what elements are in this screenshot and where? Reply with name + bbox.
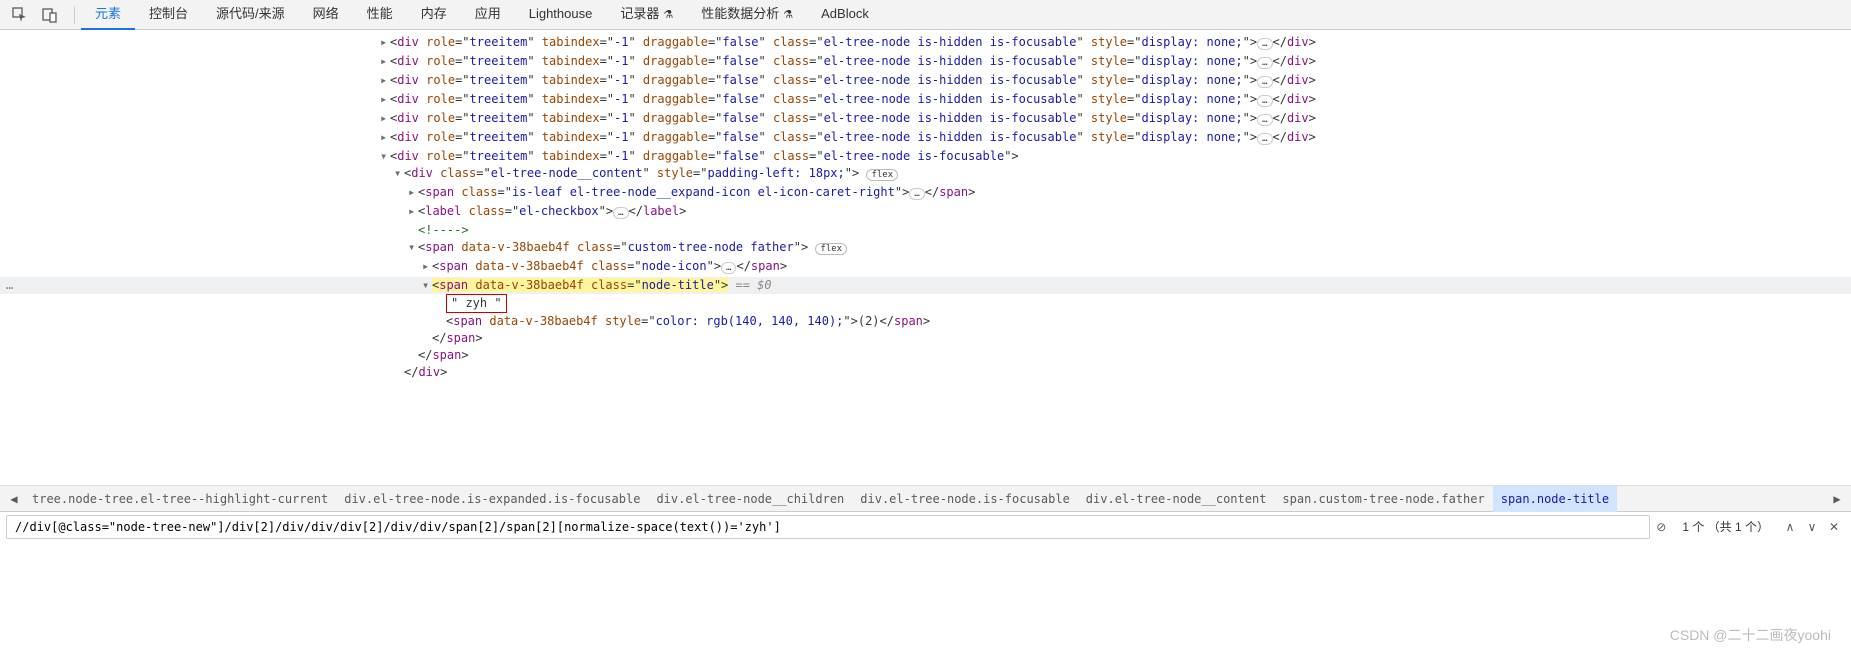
ellipsis-icon[interactable]: … [613,207,628,219]
expand-arrow-icon[interactable]: ▸ [380,34,390,51]
toolbar-divider [74,6,75,24]
expand-arrow-icon[interactable]: ▸ [422,258,432,275]
selection-marker: == $0 [736,278,772,292]
crumb-item[interactable]: div.el-tree-node.is-expanded.is-focusabl… [336,486,648,512]
tab-application[interactable]: 应用 [461,0,515,30]
dom-row[interactable]: <!----> [0,222,1851,239]
expand-arrow-icon[interactable]: ▸ [380,72,390,89]
crumb-item[interactable]: tree.node-tree.el-tree--highlight-curren… [24,486,336,512]
expand-arrow-icon[interactable]: ▸ [380,129,390,146]
dom-row[interactable]: ▸<div role="treeitem" tabindex="-1" drag… [0,53,1851,72]
search-next-icon[interactable]: ∨ [1801,516,1823,538]
expand-arrow-icon[interactable]: ▸ [380,110,390,127]
flex-badge[interactable]: flex [866,169,898,181]
panel-tabs: 元素 控制台 源代码/来源 网络 性能 内存 应用 Lighthouse 记录器… [81,0,883,30]
tab-elements[interactable]: 元素 [81,0,135,30]
crumb-item-selected[interactable]: span.node-title [1493,486,1617,512]
ellipsis-icon[interactable]: … [1257,76,1272,88]
dom-row[interactable]: </span> [0,347,1851,364]
search-bar: ⊘ 1 个 （共 1 个） ∧ ∨ ✕ [0,511,1851,541]
beta-icon: ⚗ [783,9,793,21]
dom-row[interactable]: <span data-v-38baeb4f style="color: rgb(… [0,313,1851,330]
dom-row[interactable]: ▸<div role="treeitem" tabindex="-1" drag… [0,91,1851,110]
dom-row-selected[interactable]: …▾<span data-v-38baeb4f class="node-titl… [0,277,1851,294]
dom-row[interactable]: ▸<div role="treeitem" tabindex="-1" drag… [0,110,1851,129]
dom-row[interactable]: ▸<label class="el-checkbox">…</label> [0,203,1851,222]
dom-row[interactable]: ▸<span data-v-38baeb4f class="node-icon"… [0,258,1851,277]
tab-sources[interactable]: 源代码/来源 [202,0,299,30]
dom-row[interactable]: ▸<div role="treeitem" tabindex="-1" drag… [0,72,1851,91]
ellipsis-icon[interactable]: … [721,262,736,274]
ellipsis-icon[interactable]: … [1257,57,1272,69]
tab-memory[interactable]: 内存 [407,0,461,30]
dom-row[interactable]: ▸<span class="is-leaf el-tree-node__expa… [0,184,1851,203]
ellipsis-icon[interactable]: … [1257,114,1272,126]
tab-adblock[interactable]: AdBlock [807,0,883,30]
expand-arrow-icon[interactable]: ▾ [394,165,404,182]
inspect-icon[interactable] [8,3,32,27]
dom-row[interactable]: ▾<div role="treeitem" tabindex="-1" drag… [0,148,1851,165]
tab-recorder[interactable]: 记录器⚗ [606,0,687,30]
expand-arrow-icon[interactable]: ▾ [422,277,432,294]
dom-row[interactable]: ▾<span data-v-38baeb4f class="custom-tre… [0,239,1851,258]
device-toggle-icon[interactable] [38,3,62,27]
ellipsis-icon[interactable]: … [1257,95,1272,107]
crumb-item[interactable]: div.el-tree-node__content [1078,486,1275,512]
search-input[interactable] [6,515,1650,539]
tab-lighthouse[interactable]: Lighthouse [515,0,607,30]
flex-badge[interactable]: flex [815,243,847,255]
crumb-item[interactable]: div.el-tree-node.is-focusable [852,486,1078,512]
dom-row[interactable]: </span> [0,330,1851,347]
expand-arrow-icon[interactable]: ▾ [380,148,390,165]
beta-icon: ⚗ [663,9,673,21]
expand-arrow-icon[interactable]: ▸ [380,53,390,70]
gutter-dots-icon[interactable]: … [6,277,13,294]
search-close-icon[interactable]: ✕ [1823,516,1845,538]
crumb-right-icon[interactable]: ▶ [1827,492,1847,506]
tab-perf-insights[interactable]: 性能数据分析⚗ [687,0,807,30]
ellipsis-icon[interactable]: … [909,188,924,200]
dom-row[interactable]: ▸<div role="treeitem" tabindex="-1" drag… [0,129,1851,148]
crumb-item[interactable]: span.custom-tree-node.father [1274,486,1492,512]
tab-network[interactable]: 网络 [299,0,353,30]
expand-arrow-icon[interactable]: ▸ [408,203,418,220]
devtools-toolbar: 元素 控制台 源代码/来源 网络 性能 内存 应用 Lighthouse 记录器… [0,0,1851,30]
tab-console[interactable]: 控制台 [135,0,202,30]
watermark: CSDN @二十二画夜yoohi [1670,625,1831,645]
search-match-highlight: " zyh " [446,294,507,313]
dom-row[interactable]: </div> [0,364,1851,381]
crumb-item[interactable]: div.el-tree-node__children [648,486,852,512]
expand-arrow-icon[interactable]: ▸ [380,91,390,108]
search-clear-icon[interactable]: ⊘ [1650,516,1672,538]
search-count: 1 个 （共 1 个） [1682,518,1769,535]
breadcrumbs: tree.node-tree.el-tree--highlight-curren… [24,486,1827,512]
dom-row[interactable]: ▾<div class="el-tree-node__content" styl… [0,165,1851,184]
search-prev-icon[interactable]: ∧ [1779,516,1801,538]
breadcrumb-bar: ◀ tree.node-tree.el-tree--highlight-curr… [0,485,1851,511]
expand-arrow-icon[interactable]: ▾ [408,239,418,256]
dom-row[interactable]: " zyh " [0,294,1851,313]
ellipsis-icon[interactable]: … [1257,38,1272,50]
dom-tree[interactable]: ▸<div role="treeitem" tabindex="-1" drag… [0,30,1851,485]
expand-arrow-icon[interactable]: ▸ [408,184,418,201]
ellipsis-icon[interactable]: … [1257,133,1272,145]
tab-performance[interactable]: 性能 [353,0,407,30]
dom-row[interactable]: ▸<div role="treeitem" tabindex="-1" drag… [0,34,1851,53]
crumb-left-icon[interactable]: ◀ [4,492,24,506]
